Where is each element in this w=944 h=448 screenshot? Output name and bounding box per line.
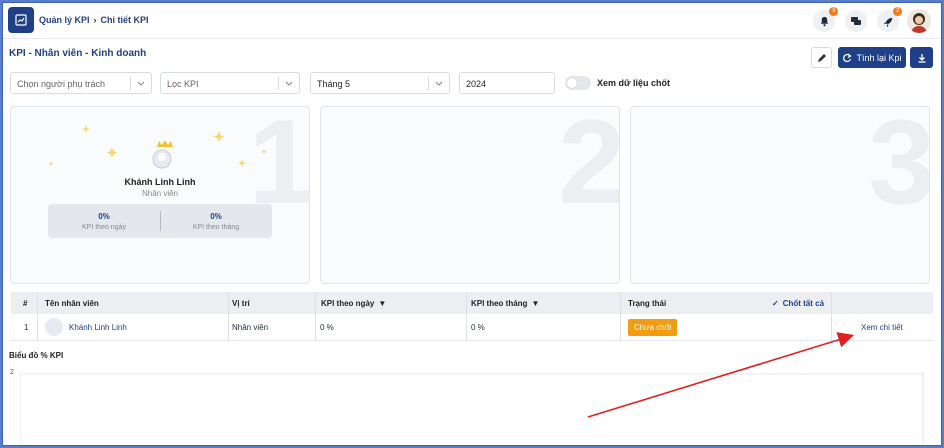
bell-icon[interactable]: 3	[813, 7, 838, 32]
col-kpi-month[interactable]: KPI theo tháng ▼	[471, 292, 539, 314]
podium-card-3: 3	[630, 106, 930, 284]
breadcrumb-root[interactable]: Quản lý KPI	[39, 15, 90, 25]
avatar	[45, 318, 63, 336]
kpi-month-label: KPI theo tháng	[192, 224, 240, 231]
kpi-filter-placeholder: Lọc KPI	[167, 79, 199, 89]
top-bar: Quản lý KPI › Chi tiết KPI 3 2	[3, 3, 941, 39]
kpi-summary-box: 0% KPI theo ngày 0% KPI theo tháng	[48, 204, 272, 238]
view-detail-link[interactable]: Xem chi tiết	[861, 314, 903, 340]
col-name: Tên nhân viên	[45, 298, 99, 308]
crown-icon	[157, 140, 173, 147]
sort-down-icon: ▼	[531, 298, 540, 308]
download-icon	[918, 53, 925, 63]
sort-down-icon: ▼	[378, 298, 387, 308]
cell-name[interactable]: Khánh Linh Linh	[45, 314, 127, 340]
assignee-placeholder: Chọn người phụ trách	[17, 79, 105, 89]
y-tick-label: 2	[10, 369, 14, 376]
rank-number: 2	[558, 106, 620, 229]
user-avatar[interactable]	[907, 9, 931, 33]
rocket-icon[interactable]: 2	[877, 7, 902, 32]
podium-card-2: 2	[320, 106, 620, 284]
pencil-icon	[817, 53, 826, 62]
cell-index: 1	[24, 322, 29, 332]
rocket-badge: 2	[893, 7, 902, 16]
breadcrumb-current: Chi tiết KPI	[100, 15, 149, 25]
cell-position: Nhân viên	[232, 322, 269, 332]
col-position: Vị trí	[232, 298, 250, 308]
kpi-day-value: 0%	[98, 212, 110, 221]
table-header: # Tên nhân viên Vị trí KPI theo ngày ▼ K…	[11, 292, 933, 314]
cell-kpi-day: 0 %	[320, 322, 334, 332]
status-badge[interactable]: Chưa chốt	[628, 318, 678, 336]
app-logo-icon[interactable]	[8, 7, 34, 33]
kpi-day-label: KPI theo ngày	[82, 224, 126, 231]
bell-badge: 3	[829, 7, 838, 16]
kpi-filter-select[interactable]: Lọc KPI	[160, 72, 300, 94]
chevron-right-icon: ›	[93, 15, 97, 25]
col-index: #	[23, 298, 28, 308]
close-all-button[interactable]: ✓ Chốt tất cả	[772, 292, 824, 314]
edit-button[interactable]	[811, 47, 832, 68]
year-input[interactable]: 2024	[459, 72, 555, 94]
check-icon: ✓	[772, 298, 779, 308]
sparkle-decoration	[48, 125, 267, 169]
kpi-chart	[20, 372, 924, 445]
refresh-icon	[843, 53, 853, 62]
chat-icon[interactable]	[845, 10, 867, 32]
cell-status: Chưa chốt	[628, 314, 678, 340]
page-title: KPI - Nhân viên - Kinh doanh	[9, 48, 147, 59]
month-select[interactable]: Tháng 5	[310, 72, 450, 94]
recalc-kpi-label: Tính lại Kpi	[856, 52, 902, 63]
col-status: Trạng thái	[628, 298, 667, 308]
col-kpi-day[interactable]: KPI theo ngày ▼	[321, 292, 386, 314]
view-closed-data-label: Xem dữ liệu chốt	[597, 78, 671, 88]
assignee-select[interactable]: Chọn người phụ trách	[10, 72, 152, 94]
chevron-down-icon	[435, 79, 443, 89]
kpi-month-value: 0%	[210, 212, 222, 221]
cell-kpi-month: 0 %	[471, 322, 485, 332]
month-value: Tháng 5	[317, 79, 351, 89]
chart-title: Biểu đồ % KPI	[9, 351, 64, 360]
top-performer-name: Khánh Linh Linh	[124, 177, 196, 187]
breadcrumb: Quản lý KPI › Chi tiết KPI	[39, 15, 149, 25]
chevron-down-icon	[137, 79, 145, 89]
app-window: Quản lý KPI › Chi tiết KPI 3 2 KPI - Nhâ…	[2, 2, 942, 446]
top-performer-role: Nhân viên	[141, 189, 179, 198]
view-closed-data-toggle[interactable]	[565, 76, 591, 90]
podium-card-1: 1 Khánh Linh Linh Nhân viên 0% KPI theo …	[10, 106, 310, 284]
rank-number: 3	[868, 106, 930, 229]
year-value: 2024	[466, 79, 487, 89]
recalc-kpi-button[interactable]: Tính lại Kpi	[838, 47, 906, 68]
download-button[interactable]	[910, 47, 933, 68]
table-row: 1 Khánh Linh Linh Nhân viên 0 % 0 % Chưa…	[11, 314, 933, 341]
chevron-down-icon	[285, 79, 293, 89]
